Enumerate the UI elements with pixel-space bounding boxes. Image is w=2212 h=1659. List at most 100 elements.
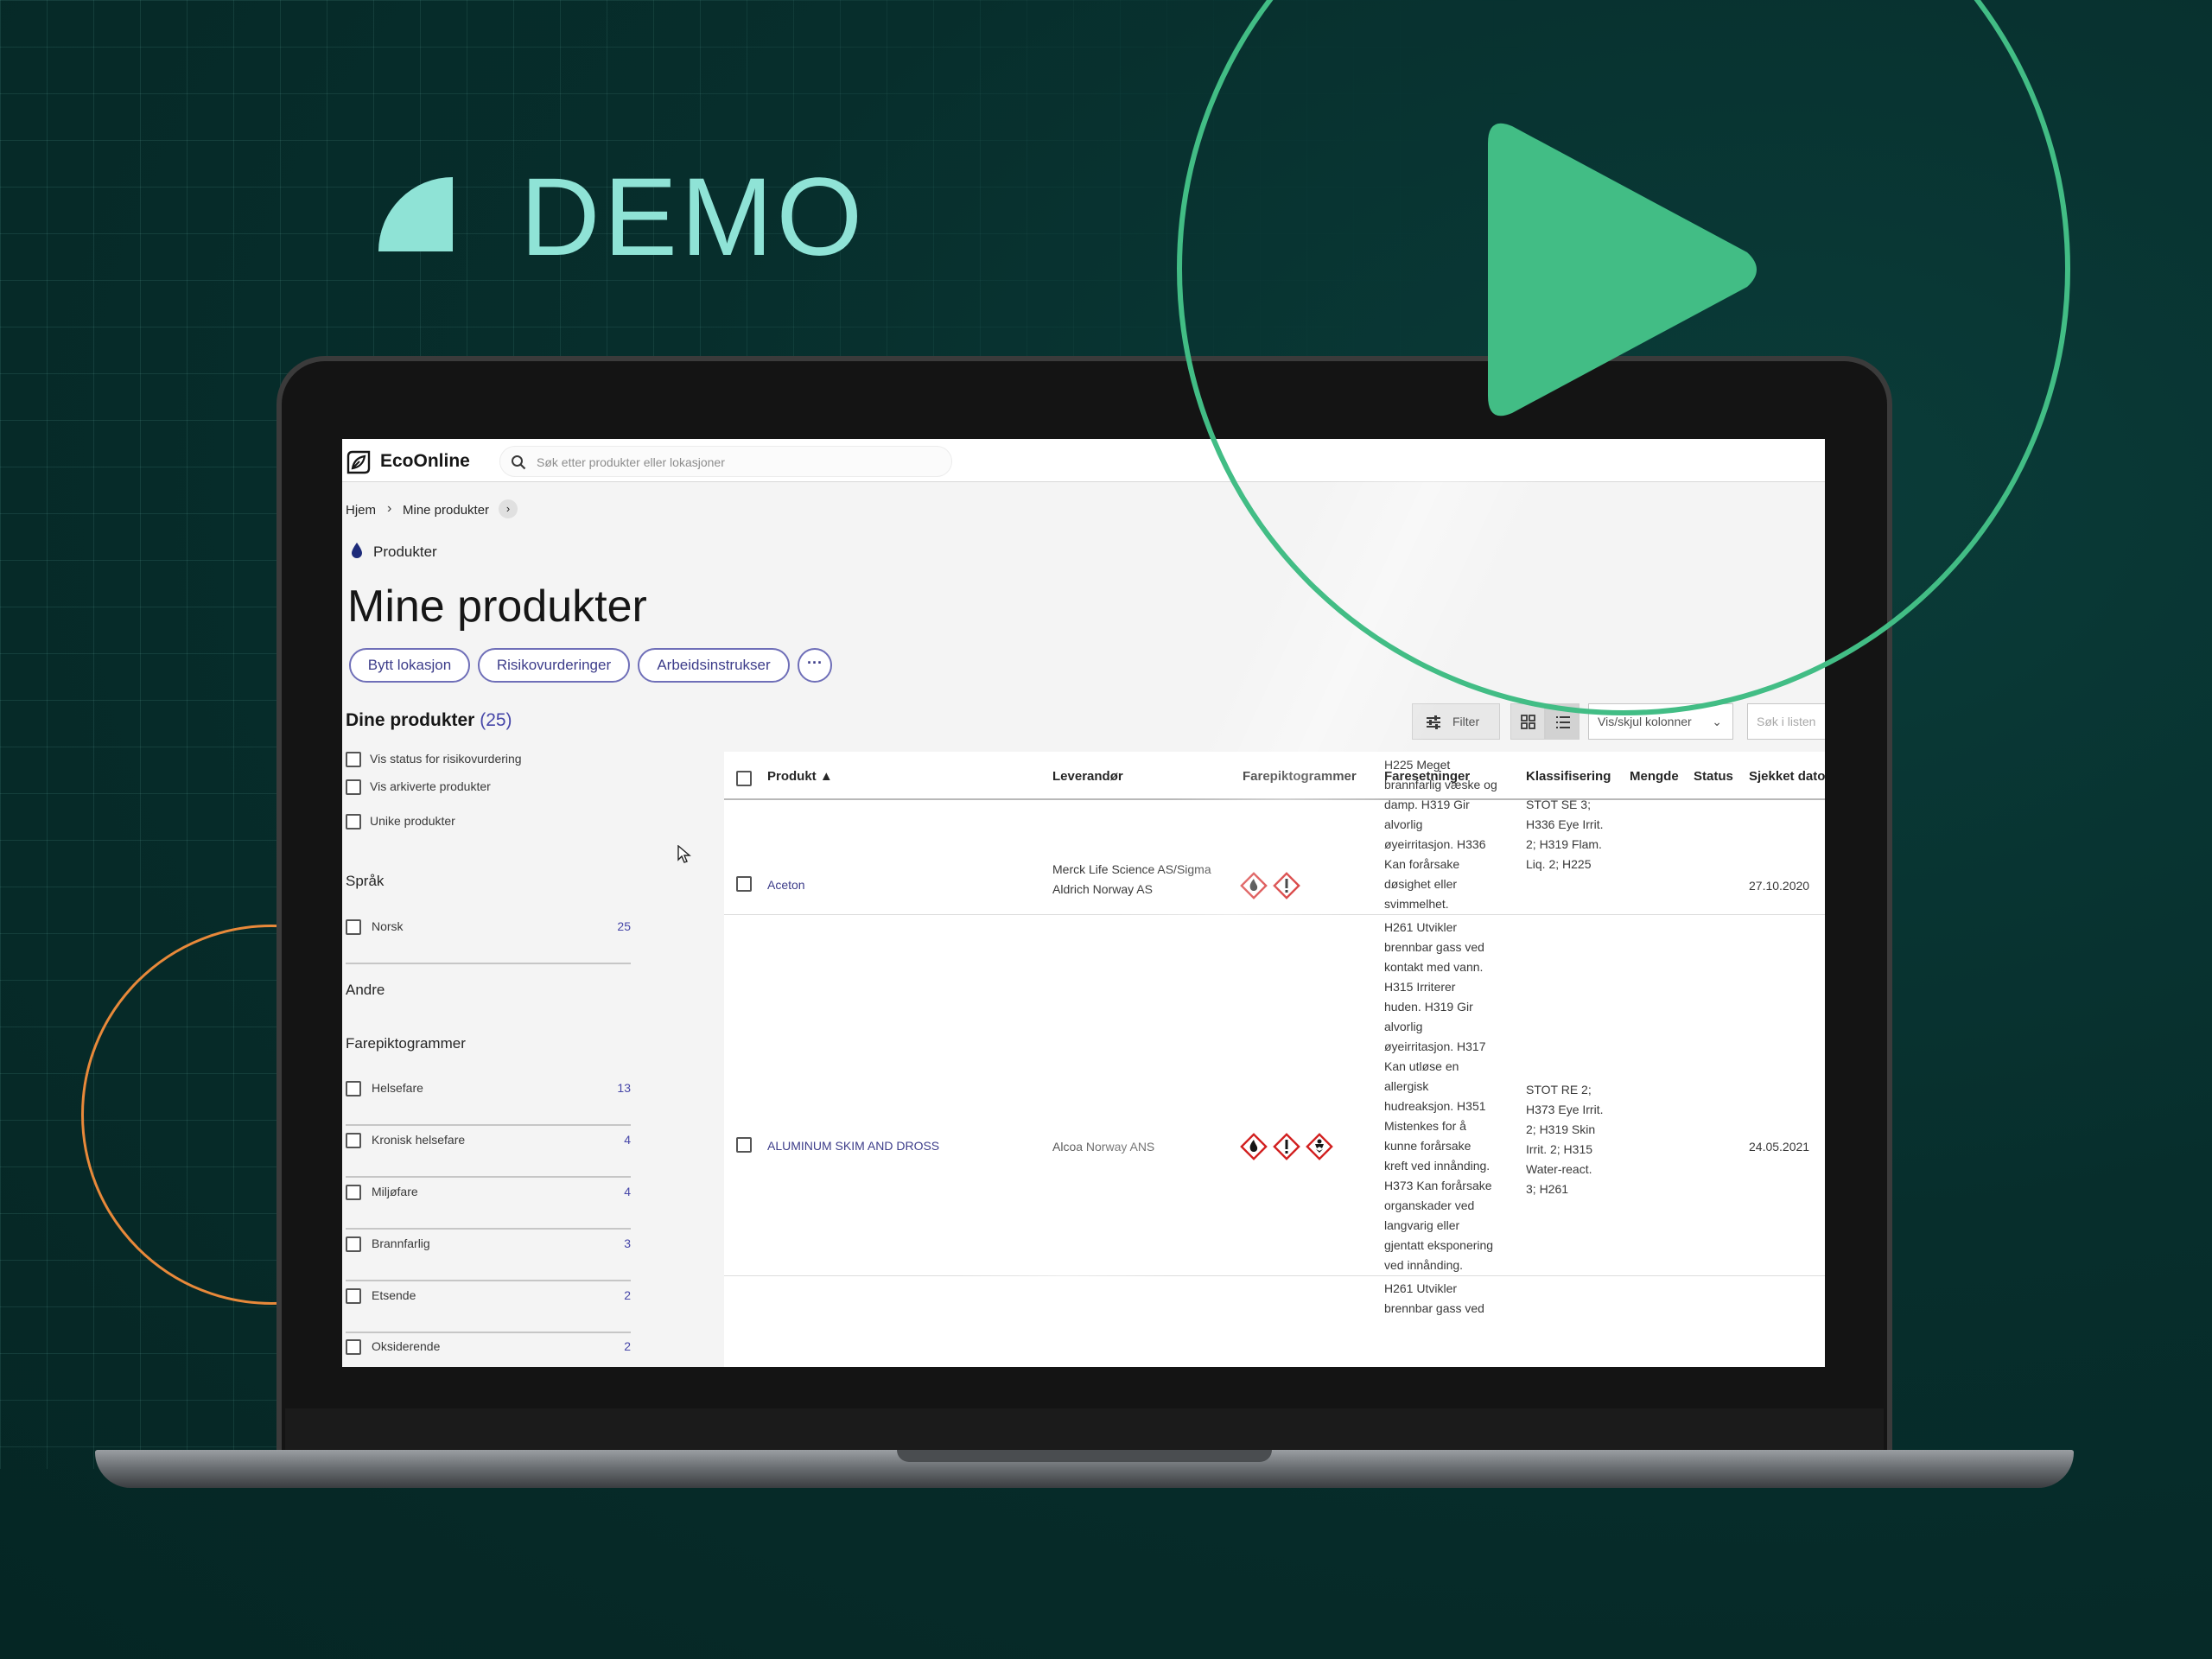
option-unique-checkbox[interactable] [346, 814, 361, 830]
product-name-link[interactable]: ALUMINUM SKIM AND DROSS [767, 1139, 939, 1153]
filter-count: 2 [624, 1339, 631, 1353]
hazard-line: H315 Irriterer [1384, 980, 1456, 994]
filter-miljofare[interactable]: Miljøfare 4 [346, 1178, 631, 1230]
filter-etsende[interactable]: Etsende 2 [346, 1281, 631, 1333]
filter-checkbox[interactable] [346, 1288, 361, 1304]
hazard-line: H261 Utvikler [1384, 920, 1458, 934]
hazard-line: døsighet eller [1384, 877, 1458, 891]
supplier-cell: Merck Life Science AS/Sigma Aldrich Norw… [1052, 860, 1211, 899]
hazard-line: Kan utløse en [1384, 1059, 1459, 1073]
row-checkbox[interactable] [736, 1137, 752, 1153]
column-visibility-label: Vis/skjul kolonner [1598, 715, 1692, 728]
filter-kronisk-helsefare[interactable]: Kronisk helsefare 4 [346, 1126, 631, 1178]
hazard-line: Kan forårsake [1384, 857, 1460, 871]
filter-label: Norsk [372, 919, 404, 933]
product-name-link[interactable]: Aceton [767, 878, 805, 892]
breadcrumb-current[interactable]: Mine produkter [403, 503, 489, 518]
filter-checkbox[interactable] [346, 1236, 361, 1252]
classification-line: STOT RE 2; [1526, 1083, 1592, 1096]
checked-date-cell: 24.05.2021 [1749, 1140, 1810, 1154]
filter-button[interactable]: Filter [1412, 703, 1500, 740]
filter-checkbox[interactable] [346, 1133, 361, 1148]
column-header-supplier[interactable]: Leverandør [1052, 769, 1123, 784]
sliders-icon [1427, 715, 1440, 729]
column-header-pictograms[interactable]: Farepiktogrammer [1243, 769, 1357, 784]
brand-name[interactable]: EcoOnline [380, 451, 470, 472]
filter-oksiderende[interactable]: Oksiderende 2 [346, 1332, 631, 1367]
hazard-line: Mistenkes for å [1384, 1119, 1466, 1133]
option-archived-checkbox[interactable] [346, 779, 361, 795]
switch-location-button[interactable]: Bytt lokasjon [349, 648, 470, 683]
classification-line: Irrit. 2; H315 [1526, 1142, 1593, 1156]
more-actions-button[interactable]: ··· [798, 648, 832, 683]
filter-count: 4 [624, 1133, 631, 1147]
hazard-line: alvorlig [1384, 1020, 1423, 1033]
column-header-amount[interactable]: Mengde [1630, 769, 1679, 784]
breadcrumb-home[interactable]: Hjem [346, 503, 376, 518]
option-risk-status-label: Vis status for risikovurdering [370, 752, 522, 766]
play-icon[interactable] [1488, 121, 1761, 418]
hazard-line: brennbar gass ved [1384, 940, 1484, 954]
column-header-checked-date[interactable]: Sjekket dato [1749, 769, 1825, 784]
breadcrumb-expand-icon[interactable]: › [499, 499, 518, 518]
filter-brannfarlig[interactable]: Brannfarlig 3 [346, 1230, 631, 1281]
hazard-statements-cell: H261 Utvikler brennbar gass ved kontakt … [1384, 918, 1493, 1275]
filter-checkbox[interactable] [346, 1339, 361, 1355]
products-heading-label: Dine produkter [346, 710, 475, 730]
classification-line: 2; H319 Skin [1526, 1122, 1596, 1136]
chevron-down-icon: ⌄ [1712, 715, 1722, 728]
column-header-status[interactable]: Status [1694, 769, 1733, 784]
hazard-line: alvorlig [1384, 817, 1423, 831]
drop-icon [352, 543, 362, 558]
hazard-line: kunne forårsake [1384, 1139, 1471, 1153]
supplier-cell: Alcoa Norway ANS [1052, 1137, 1154, 1157]
flammable-hazard-icon [1240, 1133, 1268, 1160]
hazard-line: ved innånding. [1384, 1258, 1464, 1272]
hazard-line: kontakt med vann. [1384, 960, 1484, 974]
filter-count: 4 [624, 1185, 631, 1198]
mouse-cursor-icon [677, 845, 691, 863]
select-all-checkbox[interactable] [736, 771, 752, 786]
filter-label: Oksiderende [372, 1339, 441, 1353]
row-divider [724, 1275, 1825, 1276]
filter-count: 25 [617, 919, 631, 933]
work-instructions-button[interactable]: Arbeidsinstrukser [638, 648, 790, 683]
list-view-icon [1556, 716, 1570, 728]
hazard-line: gjentatt eksponering [1384, 1238, 1494, 1252]
hazard-line: kreft ved innånding. [1384, 1159, 1491, 1173]
list-search-input[interactable]: Søk i listen [1747, 703, 1825, 740]
filter-checkbox[interactable] [346, 919, 361, 935]
supplier-line: Merck Life Science AS/Sigma [1052, 862, 1211, 876]
filter-helsefare[interactable]: Helsefare 13 [346, 1074, 631, 1126]
risk-assessments-button[interactable]: Risikovurderinger [478, 648, 630, 683]
section-label: Produkter [373, 543, 437, 560]
table-header-divider [724, 798, 1825, 800]
hazard-line: langvarig eller [1384, 1218, 1460, 1232]
filter-label: Kronisk helsefare [372, 1133, 466, 1147]
filter-button-label: Filter [1452, 715, 1480, 728]
column-header-classification[interactable]: Klassifisering [1526, 769, 1611, 784]
row-checkbox[interactable] [736, 876, 752, 892]
filter-language-norsk[interactable]: Norsk 25 [346, 912, 631, 964]
products-heading: Dine produkter (25) [346, 710, 512, 731]
global-search[interactable]: Søk etter produkter eller lokasjoner [499, 446, 952, 477]
other-group-title: Andre [346, 982, 385, 998]
search-icon [512, 455, 526, 470]
pictogram-group-title: Farepiktogrammer [346, 1035, 466, 1052]
grid-view-button[interactable] [1510, 703, 1545, 740]
flammable-hazard-icon [1240, 872, 1268, 899]
classification-line: H373 Eye Irrit. [1526, 1103, 1604, 1116]
filter-checkbox[interactable] [346, 1081, 361, 1096]
hazard-line: brannfarlig væske og [1384, 778, 1497, 791]
filter-checkbox[interactable] [346, 1185, 361, 1200]
language-group-title: Språk [346, 873, 385, 889]
filter-count: 2 [624, 1288, 631, 1302]
hazard-line: øyeirritasjon. H317 [1384, 1039, 1486, 1053]
column-header-product[interactable]: Produkt ▲ [767, 769, 833, 784]
hazard-line: organskader ved [1384, 1198, 1475, 1212]
option-risk-status-checkbox[interactable] [346, 752, 361, 767]
filter-label: Etsende [372, 1288, 416, 1302]
hazard-line: H225 Meget [1384, 758, 1451, 772]
exclamation-hazard-icon [1273, 1133, 1300, 1160]
laptop-hinge [285, 1408, 1884, 1453]
